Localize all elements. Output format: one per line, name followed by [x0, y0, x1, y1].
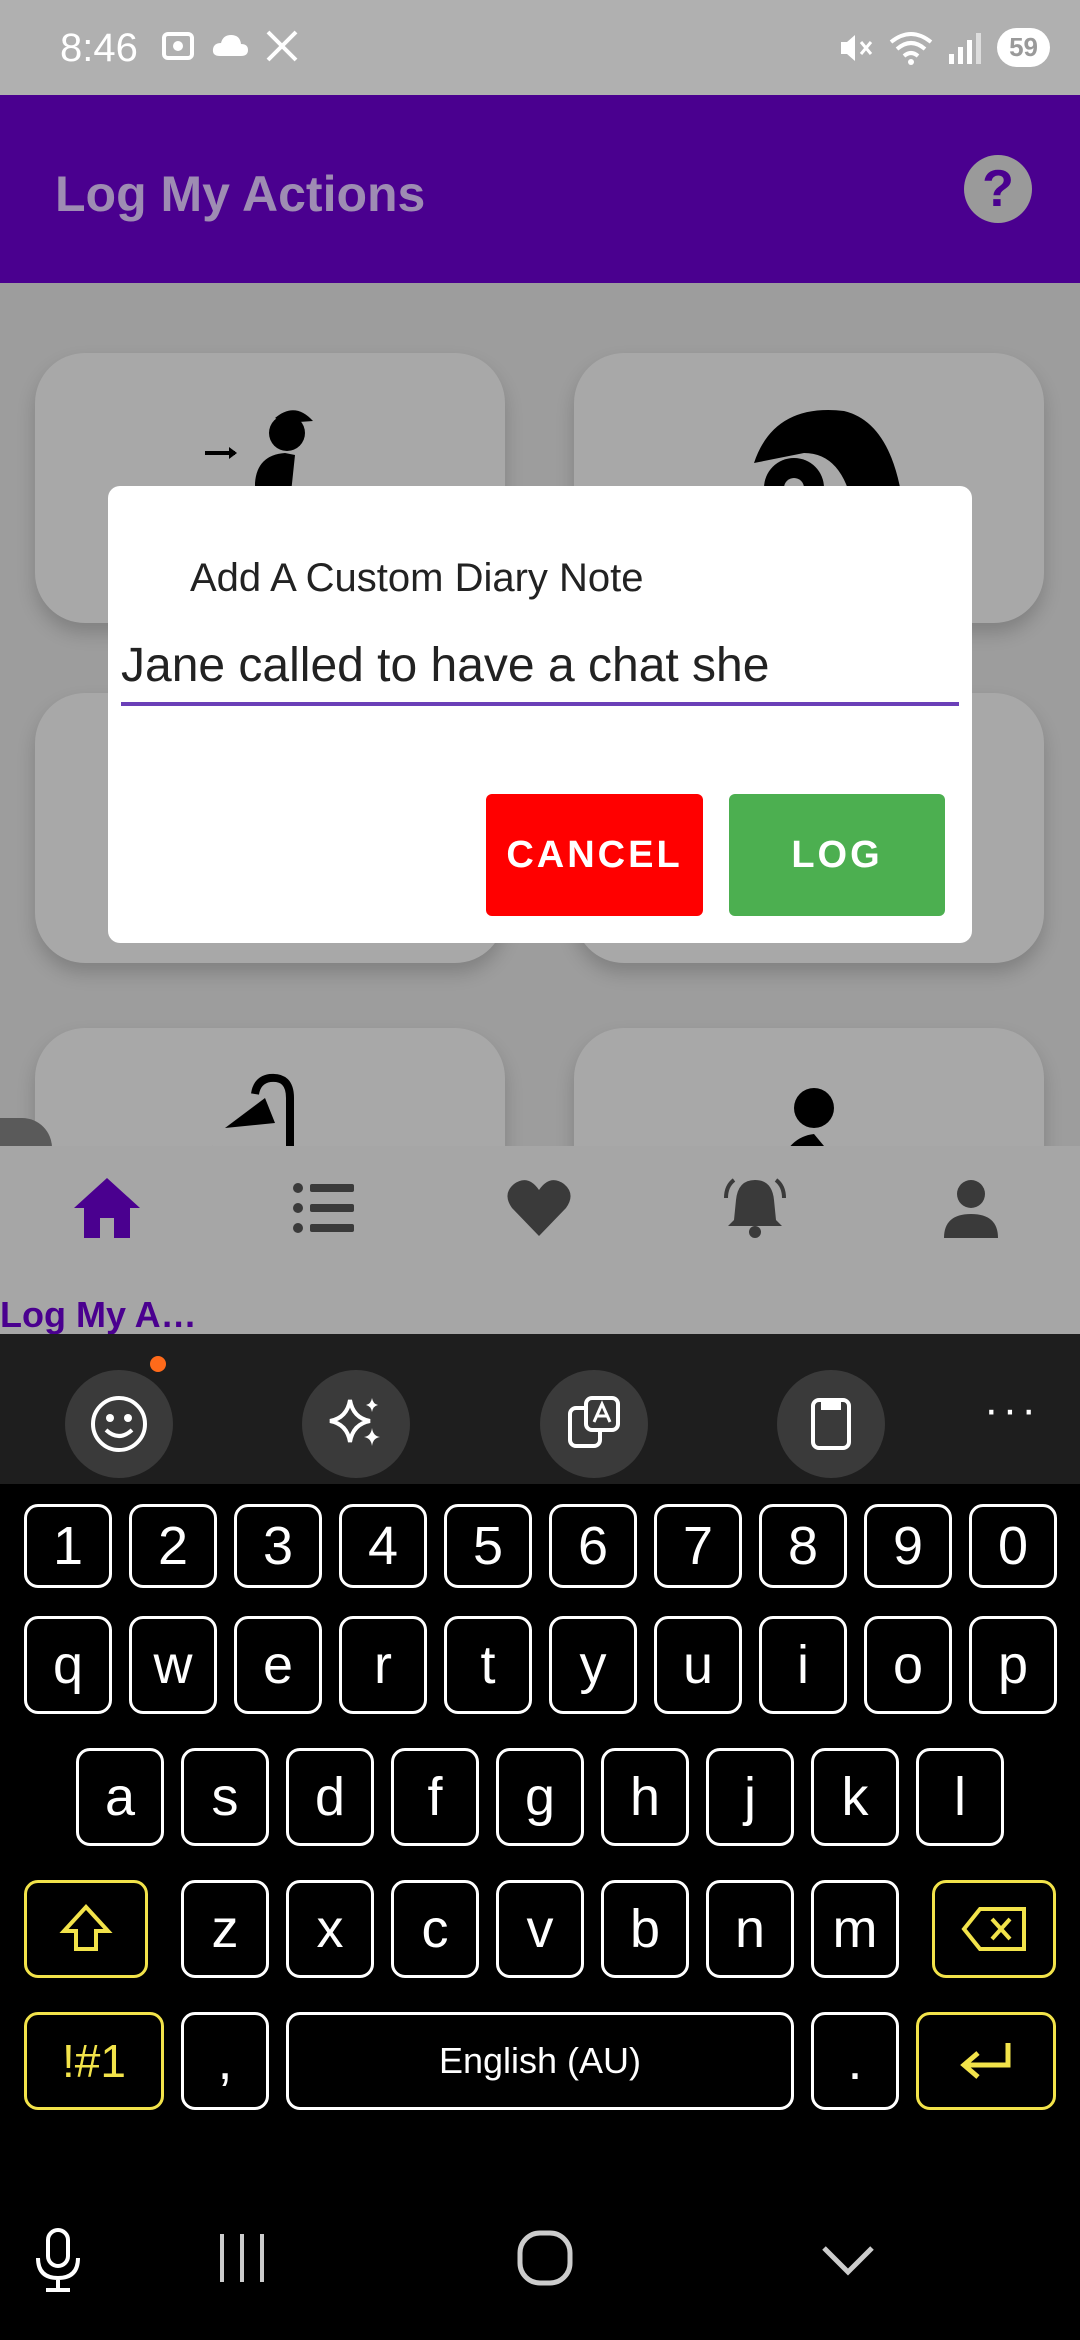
system-nav-bar: [0, 2164, 1080, 2340]
key-u[interactable]: u: [654, 1616, 742, 1714]
cloud-icon: [212, 35, 248, 56]
key-c[interactable]: c: [391, 1880, 479, 1978]
key-v[interactable]: v: [496, 1880, 584, 1978]
comma-key[interactable]: ,: [181, 2012, 269, 2110]
nav-item-alerts[interactable]: [648, 1176, 864, 1326]
period-key[interactable]: .: [811, 2012, 899, 2110]
key-8[interactable]: 8: [759, 1504, 847, 1588]
key-e[interactable]: e: [234, 1616, 322, 1714]
key-n[interactable]: n: [706, 1880, 794, 1978]
translate-icon: [568, 1396, 620, 1448]
notification-dot: [150, 1356, 166, 1372]
sparkle-icon: [329, 1398, 380, 1446]
backspace-icon: [961, 1907, 1026, 1951]
key-f[interactable]: f: [391, 1748, 479, 1846]
key-p[interactable]: p: [969, 1616, 1057, 1714]
nav-item-list[interactable]: [216, 1176, 432, 1326]
log-button[interactable]: LOG: [729, 794, 945, 916]
x-icon: [266, 30, 298, 62]
key-z[interactable]: z: [181, 1880, 269, 1978]
key-a[interactable]: a: [76, 1748, 164, 1846]
key-t[interactable]: t: [444, 1616, 532, 1714]
cancel-button[interactable]: CANCEL: [486, 794, 703, 916]
key-g[interactable]: g: [496, 1748, 584, 1846]
home-nav-icon[interactable]: [515, 2228, 575, 2288]
emoji-icon: [91, 1396, 147, 1452]
key-d[interactable]: d: [286, 1748, 374, 1846]
nav-item-home[interactable]: Log My A…: [0, 1176, 216, 1335]
home-icon: [74, 1178, 140, 1238]
key-3[interactable]: 3: [234, 1504, 322, 1588]
nav-label-home: Log My A…: [0, 1294, 197, 1335]
key-2[interactable]: 2: [129, 1504, 217, 1588]
key-w[interactable]: w: [129, 1616, 217, 1714]
list-icon: [293, 1183, 354, 1233]
microphone-icon[interactable]: [28, 2226, 88, 2296]
key-6[interactable]: 6: [549, 1504, 637, 1588]
space-key[interactable]: English (AU): [286, 2012, 794, 2110]
key-9[interactable]: 9: [864, 1504, 952, 1588]
wifi-icon: [889, 31, 933, 65]
shift-icon: [59, 1904, 113, 1951]
enter-key[interactable]: [916, 2012, 1056, 2110]
clipboard-button[interactable]: [777, 1370, 885, 1478]
signal-icon: [949, 32, 982, 64]
key-s[interactable]: s: [181, 1748, 269, 1846]
key-x[interactable]: x: [286, 1880, 374, 1978]
soft-keyboard: ··· 1 2 3 4 5 6 7 8 9 0 q w e r t y u i …: [0, 1334, 1080, 2164]
key-4[interactable]: 4: [339, 1504, 427, 1588]
key-0[interactable]: 0: [969, 1504, 1057, 1588]
person-table-icon: [790, 1088, 834, 1146]
hide-keyboard-icon[interactable]: [818, 2228, 878, 2288]
mute-icon: [841, 34, 873, 61]
symbols-key[interactable]: !#1: [24, 2012, 164, 2110]
key-5[interactable]: 5: [444, 1504, 532, 1588]
key-h[interactable]: h: [601, 1748, 689, 1846]
key-i[interactable]: i: [759, 1616, 847, 1714]
more-icon[interactable]: ···: [984, 1388, 1040, 1432]
diary-note-input[interactable]: [121, 636, 959, 706]
key-r[interactable]: r: [339, 1616, 427, 1714]
key-b[interactable]: b: [601, 1880, 689, 1978]
shift-key[interactable]: [24, 1880, 148, 1978]
clipboard-icon: [811, 1398, 851, 1450]
key-7[interactable]: 7: [654, 1504, 742, 1588]
help-button[interactable]: ?: [964, 155, 1032, 223]
screenshot-icon: [162, 32, 194, 60]
key-l[interactable]: l: [916, 1748, 1004, 1846]
backspace-key[interactable]: [932, 1880, 1056, 1978]
ai-button[interactable]: [302, 1370, 410, 1478]
nav-item-favourites[interactable]: [432, 1176, 648, 1326]
key-m[interactable]: m: [811, 1880, 899, 1978]
shower-icon: [212, 1073, 294, 1146]
emoji-button[interactable]: [65, 1370, 173, 1478]
bottom-nav: Log My A…: [0, 1146, 1080, 1335]
custom-note-dialog: Add A Custom Diary Note CANCEL LOG: [108, 486, 972, 943]
status-time: 8:46: [60, 26, 138, 70]
key-y[interactable]: y: [549, 1616, 637, 1714]
enter-icon: [960, 2043, 1011, 2079]
key-j[interactable]: j: [706, 1748, 794, 1846]
page-title: Log My Actions: [55, 166, 426, 222]
key-o[interactable]: o: [864, 1616, 952, 1714]
key-q[interactable]: q: [24, 1616, 112, 1714]
battery-indicator: 59: [997, 28, 1050, 67]
translate-button[interactable]: [540, 1370, 648, 1478]
nav-item-profile[interactable]: [864, 1176, 1080, 1326]
dialog-title: Add A Custom Diary Note: [190, 556, 644, 600]
action-tile-shower[interactable]: [35, 1028, 505, 1146]
app-bar: Log My Actions ?: [0, 95, 1080, 283]
help-icon: ?: [982, 160, 1014, 218]
key-k[interactable]: k: [811, 1748, 899, 1846]
person-icon: [944, 1180, 998, 1238]
status-bar: 8:46 59: [0, 0, 1080, 95]
bell-icon: [724, 1178, 786, 1238]
key-1[interactable]: 1: [24, 1504, 112, 1588]
keyboard-toolbar: ···: [0, 1334, 1080, 1484]
heart-icon: [507, 1180, 571, 1236]
action-tile-meal[interactable]: [574, 1028, 1044, 1146]
recents-icon[interactable]: [212, 2228, 272, 2288]
